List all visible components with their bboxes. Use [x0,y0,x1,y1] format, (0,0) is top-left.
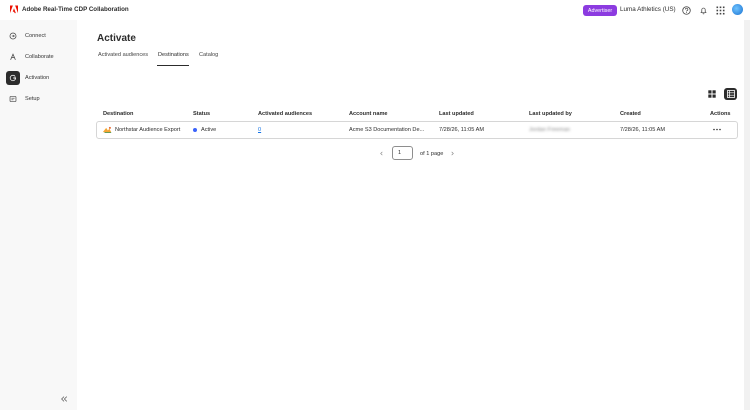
activation-icon [6,71,20,85]
sidebar-item-connect[interactable]: Connect [6,29,71,43]
top-bar: Adobe Real-Time CDP Collaboration Advert… [0,0,750,20]
help-icon[interactable] [681,5,691,15]
page-count-label: of 1 page [420,151,444,157]
side-navigation: Connect Collaborate Activation Setup [0,20,77,410]
sidebar-item-label: Connect [25,33,46,39]
active-tab-indicator [157,65,189,66]
column-header-status[interactable]: Status [193,111,210,117]
column-header-activated-audiences[interactable]: Activated audiences [258,111,312,117]
main-panel [77,20,744,410]
user-avatar[interactable] [732,4,743,15]
tab-catalog[interactable]: Catalog [199,52,218,58]
chevron-right-icon [450,151,454,155]
setup-icon [6,92,20,106]
column-header-actions: Actions [710,111,731,117]
destination-type-icon [102,126,112,133]
app-title: Adobe Real-Time CDP Collaboration [22,6,129,13]
bell-icon[interactable] [698,5,708,15]
tab-destinations[interactable]: Destinations [158,52,189,58]
table-view-icon [726,90,735,98]
chevron-left-icon [379,151,383,155]
page-scrollbar[interactable] [744,20,750,410]
table-view-toggle[interactable] [724,88,737,100]
sidebar-item-label: Collaborate [25,54,54,60]
activated-audiences-link[interactable]: 0 [258,127,261,133]
last-updated-by-value: Jordan Freeman [529,127,571,133]
sidebar-item-label: Activation [25,75,50,81]
connect-icon [6,29,20,43]
column-header-account-name[interactable]: Account name [349,111,388,117]
org-switcher[interactable]: Luma Athletics (US) [620,6,676,13]
grid-view-icon [707,90,716,98]
column-header-last-updated-by[interactable]: Last updated by [529,111,572,117]
last-updated-value: 7/28/26, 11:05 AM [439,127,484,133]
adobe-logo-icon [10,5,18,14]
status-active-indicator [193,128,197,132]
page-number-input[interactable] [392,146,413,160]
page-title: Activate [97,33,136,44]
sidebar-item-collaborate[interactable]: Collaborate [6,50,71,64]
next-page-button[interactable] [448,149,456,157]
sidebar-item-label: Setup [25,96,40,102]
previous-page-button[interactable] [377,149,385,157]
column-header-destination[interactable]: Destination [103,111,133,117]
account-name: Acme S3 Documentation De... [349,127,425,133]
column-header-created[interactable]: Created [620,111,641,117]
destination-name[interactable]: Northstar Audience Export [115,127,180,133]
apps-grid-icon[interactable] [715,5,725,15]
status-badge: Active [201,127,217,133]
column-header-last-updated[interactable]: Last updated [439,111,474,117]
card-view-toggle[interactable] [705,88,718,100]
tab-activated-audiences[interactable]: Activated audiences [98,52,148,58]
collaborate-icon [6,50,20,64]
advertiser-badge-button[interactable]: Advertiser [583,5,617,16]
created-value: 7/28/26, 11:05 AM [620,127,665,133]
sidebar-item-setup[interactable]: Setup [6,92,71,106]
more-icon[interactable] [712,125,722,133]
sidebar-item-activation[interactable]: Activation [6,71,71,85]
collapse-sidebar-icon[interactable] [60,395,68,403]
